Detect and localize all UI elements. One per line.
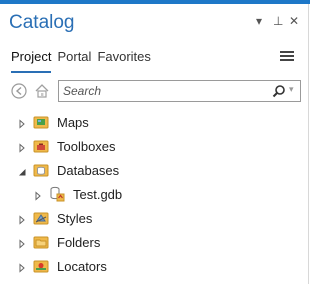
- folders-folder-icon: [33, 234, 49, 250]
- tree-item-label: Toolboxes: [57, 138, 116, 154]
- expand-arrow-icon[interactable]: [17, 117, 27, 129]
- tree-item-label: Maps: [57, 114, 89, 130]
- tree-item-label: Databases: [57, 162, 120, 178]
- tree-item-maps[interactable]: Maps: [17, 110, 89, 134]
- tree-item-label: Test.gdb: [73, 186, 123, 202]
- expand-arrow-icon[interactable]: [17, 141, 27, 153]
- tree-item-locators[interactable]: Locators: [17, 254, 107, 278]
- expand-arrow-icon[interactable]: [17, 237, 27, 249]
- expand-arrow-icon[interactable]: [17, 213, 27, 225]
- close-icon[interactable]: ✕: [289, 14, 299, 28]
- toolboxes-folder-icon: [33, 138, 49, 154]
- tree-item-label: Styles: [57, 210, 93, 226]
- hamburger-menu-icon[interactable]: [280, 49, 294, 63]
- tree-item-label: Folders: [57, 234, 101, 250]
- pane-menu-dropdown-icon[interactable]: ▾: [256, 14, 262, 28]
- locators-folder-icon: [33, 258, 49, 274]
- back-arrow-icon[interactable]: [11, 83, 27, 99]
- tree-item-test-gdb[interactable]: Test.gdb: [33, 182, 122, 206]
- search-options-dropdown-icon[interactable]: ▾: [289, 84, 294, 95]
- tree-item-toolboxes[interactable]: Toolboxes: [17, 134, 116, 158]
- expand-arrow-icon[interactable]: [17, 261, 27, 273]
- catalog-pane: Catalog ▾ ⊥ ✕ Project Portal Favorites ▾…: [0, 4, 309, 284]
- styles-folder-icon: [33, 210, 49, 226]
- pin-icon[interactable]: ⊥: [273, 14, 283, 28]
- home-icon[interactable]: [34, 83, 50, 99]
- catalog-tabs: Project Portal Favorites: [11, 49, 151, 73]
- pane-title: Catalog: [9, 12, 75, 33]
- tree-item-label: Locators: [57, 258, 107, 274]
- tab-favorites[interactable]: Favorites: [97, 49, 150, 73]
- collapse-arrow-icon[interactable]: [17, 165, 27, 176]
- search-input[interactable]: [63, 83, 263, 99]
- search-box: ▾: [58, 80, 301, 102]
- tree-item-folders[interactable]: Folders: [17, 230, 100, 254]
- maps-folder-icon: [33, 114, 49, 130]
- tree-item-databases[interactable]: Databases: [17, 158, 119, 182]
- tree-item-styles[interactable]: Styles: [17, 206, 92, 230]
- search-icon[interactable]: [272, 84, 286, 103]
- geodatabase-icon: [49, 186, 65, 202]
- tab-project[interactable]: Project: [11, 49, 52, 73]
- tab-portal[interactable]: Portal: [57, 49, 91, 73]
- expand-arrow-icon[interactable]: [33, 189, 43, 201]
- databases-folder-icon: [33, 162, 49, 178]
